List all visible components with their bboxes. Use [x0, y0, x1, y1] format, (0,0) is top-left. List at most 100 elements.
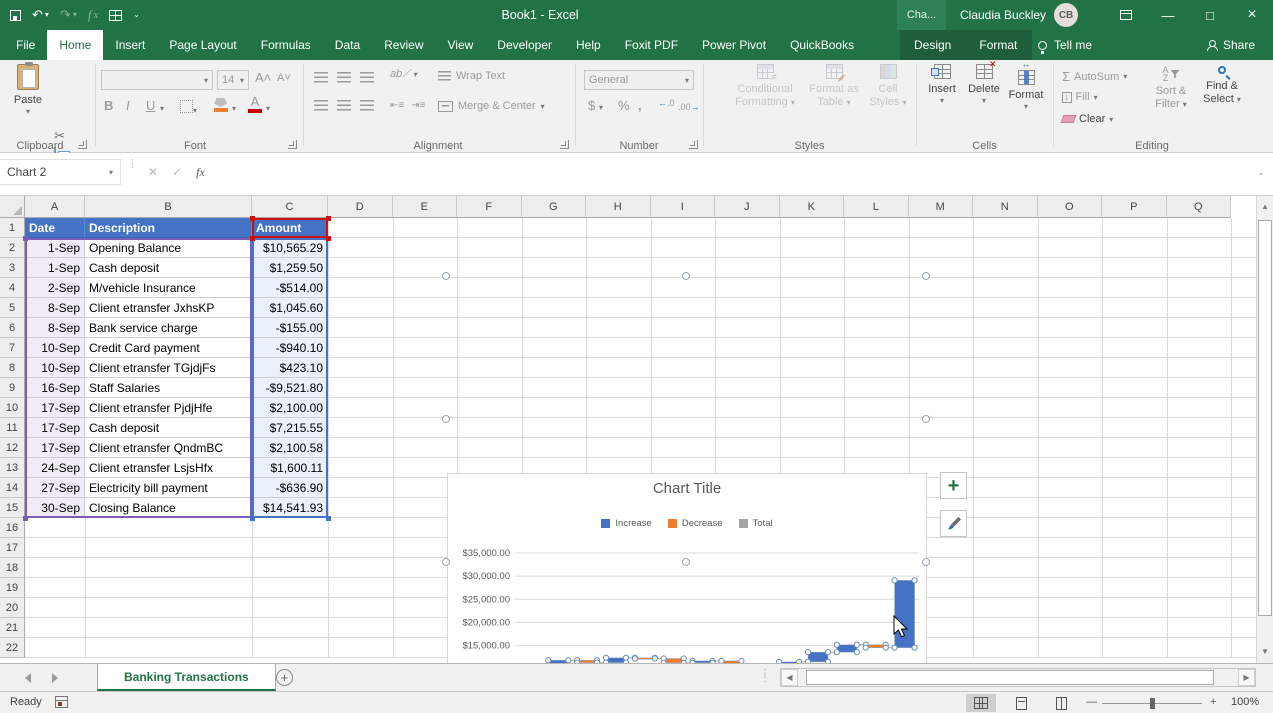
insert-function-button[interactable]: fx — [88, 0, 98, 30]
table-cell[interactable]: 1-Sep — [25, 258, 85, 278]
table-cell[interactable]: Cash deposit — [85, 418, 252, 438]
table-cell[interactable]: $14,541.93 — [252, 498, 328, 518]
borders-button[interactable]: ▾ — [180, 100, 197, 116]
increase-indent-icon[interactable]: ⇥≡ — [411, 100, 425, 111]
table-cell[interactable]: Cash deposit — [85, 258, 252, 278]
row-header-22[interactable]: 22 — [0, 638, 25, 658]
table-cell[interactable]: Bank service charge — [85, 318, 252, 338]
zoom-slider-thumb[interactable] — [1150, 698, 1155, 709]
row-header-4[interactable]: 4 — [0, 278, 25, 298]
column-header-n[interactable]: N — [973, 196, 1038, 218]
clear-button[interactable]: Clear▾ — [1062, 113, 1113, 125]
tab-design[interactable]: Design — [900, 30, 965, 60]
column-header-a[interactable]: A — [25, 196, 85, 218]
row-header-16[interactable]: 16 — [0, 518, 25, 538]
column-header-i[interactable]: I — [651, 196, 716, 218]
tab-file[interactable]: File — [4, 30, 47, 60]
data-point-handle[interactable] — [854, 650, 859, 655]
chart-elements-button[interactable]: + — [940, 472, 967, 499]
table-cell[interactable]: -$155.00 — [252, 318, 328, 338]
table-header-description[interactable]: Description — [85, 218, 252, 238]
shrink-font-button[interactable]: A˅ — [277, 72, 291, 84]
y-axis-label[interactable]: $20,000.00 — [462, 617, 510, 628]
legend-item-total[interactable]: Total — [739, 518, 773, 529]
underline-button[interactable]: U — [146, 98, 155, 113]
horizontal-align-buttons[interactable] — [314, 100, 374, 111]
wrap-text-button[interactable]: Wrap Text — [438, 70, 505, 82]
table-cell[interactable]: Client etransfer PjdjHfe — [85, 398, 252, 418]
tab-power-pivot[interactable]: Power Pivot — [690, 30, 778, 60]
customize-qat-button[interactable]: ⌄ — [133, 0, 140, 30]
table-cell[interactable]: Client etransfer QndmBC — [85, 438, 252, 458]
tab-formulas[interactable]: Formulas — [249, 30, 323, 60]
orientation-button[interactable]: ab⟋ ▾ — [390, 68, 417, 81]
row-header-18[interactable]: 18 — [0, 558, 25, 578]
table-cell[interactable]: Closing Balance — [85, 498, 252, 518]
accounting-format-button[interactable]: $ ▾ — [588, 98, 603, 113]
table-cell[interactable]: Credit Card payment — [85, 338, 252, 358]
align-top-icon[interactable] — [314, 72, 328, 83]
scroll-right-button[interactable]: ▶ — [1238, 669, 1255, 686]
y-axis-label[interactable]: $25,000.00 — [462, 594, 510, 605]
row-header-11[interactable]: 11 — [0, 418, 25, 438]
chart-styles-button[interactable] — [940, 510, 967, 537]
table-cell[interactable]: -$9,521.80 — [252, 378, 328, 398]
tab-insert[interactable]: Insert — [103, 30, 157, 60]
formula-input[interactable] — [224, 159, 1246, 185]
tab-data[interactable]: Data — [323, 30, 372, 60]
increase-decimal-button[interactable]: ←.0 — [658, 98, 675, 108]
data-point-handle[interactable] — [632, 656, 637, 661]
vertical-scrollbar[interactable]: ▲ ▼ — [1256, 196, 1273, 663]
row-header-21[interactable]: 21 — [0, 618, 25, 638]
chart-title[interactable]: Chart Title — [448, 480, 926, 497]
align-left-icon[interactable] — [314, 100, 328, 111]
prev-sheet-button[interactable] — [25, 673, 31, 683]
chart-selection-handle[interactable] — [922, 415, 930, 423]
row-header-1[interactable]: 1 — [0, 218, 25, 238]
row-header-15[interactable]: 15 — [0, 498, 25, 518]
sheet-tab-banking-transactions[interactable]: Banking Transactions — [97, 664, 276, 691]
table-cell[interactable]: -$514.00 — [252, 278, 328, 298]
row-header-3[interactable]: 3 — [0, 258, 25, 278]
row-header-2[interactable]: 2 — [0, 238, 25, 258]
italic-button[interactable]: I — [126, 98, 130, 113]
column-header-g[interactable]: G — [522, 196, 587, 218]
row-header-9[interactable]: 9 — [0, 378, 25, 398]
row-header-12[interactable]: 12 — [0, 438, 25, 458]
column-header-c[interactable]: C — [252, 196, 328, 218]
table-cell[interactable]: 16-Sep — [25, 378, 85, 398]
row-header-14[interactable]: 14 — [0, 478, 25, 498]
expand-formula-bar-button[interactable]: ⌄ — [1250, 159, 1272, 185]
data-point-handle[interactable] — [883, 645, 888, 650]
column-header-d[interactable]: D — [328, 196, 393, 218]
scroll-up-button[interactable]: ▲ — [1258, 199, 1272, 214]
column-header-f[interactable]: F — [457, 196, 522, 218]
bold-button[interactable]: B — [104, 98, 113, 113]
tell-me-box[interactable]: Tell me — [1038, 30, 1092, 60]
decrease-decimal-button[interactable]: .00→ — [678, 102, 700, 112]
table-cell[interactable]: 24-Sep — [25, 458, 85, 478]
find-select-button[interactable]: Find & Select ▾ — [1198, 64, 1246, 136]
percent-style-button[interactable]: % — [618, 98, 630, 113]
format-as-table-button[interactable]: Format as Table ▾ — [806, 64, 862, 136]
tab-review[interactable]: Review — [372, 30, 435, 60]
chart-selection-handle[interactable] — [922, 272, 930, 280]
data-point-handle[interactable] — [834, 642, 839, 647]
table-cell[interactable]: M/vehicle Insurance — [85, 278, 252, 298]
table-cell[interactable]: Client etransfer LsjsHfx — [85, 458, 252, 478]
column-header-k[interactable]: K — [780, 196, 845, 218]
decrease-indent-icon[interactable]: ⇤≡ — [390, 100, 404, 111]
tab-format[interactable]: Format — [965, 30, 1031, 60]
indent-buttons[interactable]: ⇤≡ ⇥≡ — [390, 100, 425, 111]
table-cell[interactable]: $1,259.50 — [252, 258, 328, 278]
fill-color-dropdown[interactable]: ▾ — [232, 104, 236, 113]
align-center-icon[interactable] — [337, 100, 351, 111]
table-cell[interactable]: Electricity bill payment — [85, 478, 252, 498]
row-header-20[interactable]: 20 — [0, 598, 25, 618]
row-header-10[interactable]: 10 — [0, 398, 25, 418]
delete-cells-button[interactable]: Delete ▾ — [964, 64, 1004, 136]
table-cell[interactable]: 1-Sep — [25, 238, 85, 258]
grow-font-button[interactable]: A˄ — [255, 70, 271, 85]
vertical-scroll-thumb[interactable] — [1258, 220, 1272, 616]
tab-view[interactable]: View — [436, 30, 486, 60]
